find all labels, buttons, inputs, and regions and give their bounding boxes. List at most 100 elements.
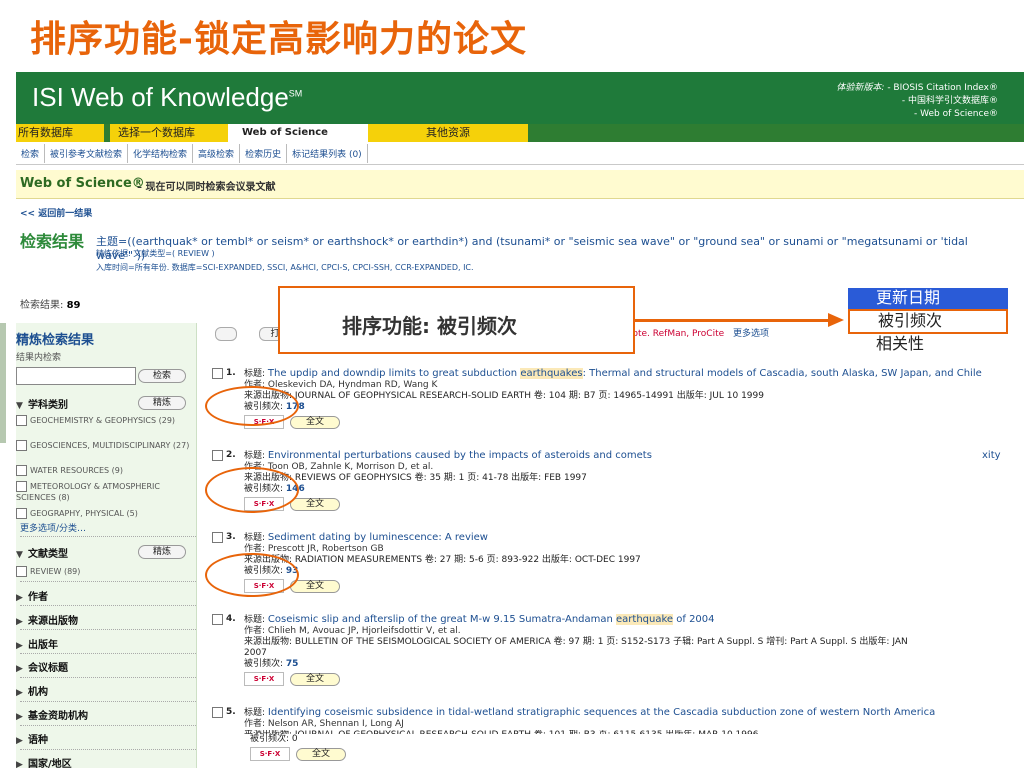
app-header: ISI Web of KnowledgeSM 体验新版本: - BIOSIS C… (16, 72, 1024, 124)
toolbar-structure-search[interactable]: 化学结构检索 (128, 144, 194, 163)
section-conference[interactable]: ▶ 会议标题 (16, 659, 68, 674)
checkbox[interactable] (16, 415, 27, 426)
full-text-button[interactable]: 全文 (290, 673, 340, 686)
section-language[interactable]: ▶ 语种 (16, 731, 48, 746)
sfx-button[interactable]: S·F·X (244, 672, 284, 686)
edition-link-biosis[interactable]: - BIOSIS Citation Index® (887, 83, 998, 93)
refine-subject-button[interactable]: 精炼 (138, 396, 186, 410)
wos-banner-subtitle: – 现在可以同时检索会议录文献 (137, 182, 276, 193)
subject-item[interactable]: GEOGRAPHY, PHYSICAL (5) (16, 508, 194, 519)
full-text-button[interactable]: 全文 (296, 748, 346, 761)
checkbox[interactable] (16, 508, 27, 519)
times-cited-link[interactable]: 75 (286, 659, 299, 669)
record-checkbox[interactable] (212, 707, 223, 718)
full-text-button[interactable]: 全文 (290, 498, 340, 511)
search-within-button[interactable]: 检索 (138, 369, 186, 383)
record-times-cited: 被引频次: 75 (244, 659, 299, 669)
checkbox[interactable] (16, 481, 27, 492)
toolbar-advanced-search[interactable]: 高级检索 (193, 144, 241, 163)
record-title-link[interactable]: Coseismic slip and afterslip of the grea… (268, 614, 715, 625)
subject-item[interactable]: METEOROLOGY & ATMOSPHERIC SCIENCES (8) (16, 481, 194, 503)
record-authors: 作者: Chlieh M, Avouac JP, Hjorleifsdottir… (244, 626, 461, 636)
doctype-section[interactable]: ▼ 文献类型 (16, 545, 68, 560)
subject-item[interactable]: WATER RESOURCES (9) (16, 465, 194, 476)
highlight-ring (205, 553, 299, 597)
refine-title: 精炼检索结果 (16, 333, 95, 348)
record-title-link[interactable]: Sediment dating by luminescence: A revie… (268, 532, 488, 543)
section-year[interactable]: ▶ 出版年 (16, 636, 58, 651)
callout-arrow-head (828, 313, 844, 327)
toolbar-search[interactable]: 检索 (16, 144, 46, 163)
record-times-cited: 被引频次: 93 (244, 566, 299, 576)
record-source-cont: 2007 (244, 648, 267, 658)
highlight-ring (205, 386, 299, 426)
edition-link-cscd[interactable]: - 中国科学引文数据库® (836, 95, 998, 108)
edition-label: 体验新版本: (836, 83, 885, 93)
record-times-cited: 被引频次: 146 (244, 484, 305, 494)
record-checkbox[interactable] (212, 450, 223, 461)
checkbox[interactable] (16, 566, 27, 577)
tab-all-databases[interactable]: 所有数据库 (16, 124, 104, 142)
doctype-item[interactable]: REVIEW (89) (16, 566, 194, 577)
tab-web-of-science[interactable]: Web of Science (228, 124, 372, 142)
triangle-right-icon: ▶ (16, 688, 23, 698)
full-text-button[interactable]: 全文 (290, 416, 340, 429)
record-times-cited: 被引频次: 0 (250, 734, 298, 744)
results-heading: 检索结果 (20, 232, 85, 251)
triangle-right-icon: ▶ (16, 617, 23, 627)
section-funding[interactable]: ▶ 基金资助机构 (16, 707, 88, 722)
section-authors[interactable]: ▶ 作者 (16, 588, 48, 603)
checkbox[interactable] (16, 440, 27, 451)
record-authors: 作者: Prescott JR, Robertson GB (244, 544, 384, 554)
subject-item[interactable]: GEOSCIENCES, MULTIDISCIPLINARY (27) (16, 440, 194, 451)
query-text: 主题=((earthquak* or tembl* or seism* or e… (96, 235, 968, 262)
record-authors: 作者: Nelson AR, Shennan I, Long AJ (244, 719, 404, 729)
record-checkbox[interactable] (212, 532, 223, 543)
timespan: 入库时间=所有年份. 数据库=SCI-EXPANDED, SSCI, A&HCI… (96, 263, 474, 272)
full-text-button[interactable]: 全文 (290, 580, 340, 593)
checkbox[interactable] (16, 465, 27, 476)
toolbar-search-history[interactable]: 检索历史 (240, 144, 288, 163)
sfx-button[interactable]: S·F·X (250, 747, 290, 761)
truncated-text: xity (982, 450, 1001, 461)
refman-link[interactable]: RefMan, ProCite (653, 329, 724, 339)
sort-callout-text: 排序功能: 被引频次 (342, 314, 517, 338)
tab-select-database[interactable]: 选择一个数据库 (110, 124, 230, 142)
record-title-link[interactable]: Identifying coseismic subsidence in tida… (268, 707, 935, 718)
refine-doctype-button[interactable]: 精炼 (138, 545, 186, 559)
wos-banner: Web of Science® – 现在可以同时检索会议录文献 (16, 170, 1024, 199)
triangle-down-icon: ▼ (16, 401, 23, 411)
edition-link-wos[interactable]: - Web of Science® (836, 108, 998, 121)
edition-links: 体验新版本: - BIOSIS Citation Index® - 中国科学引文… (836, 82, 998, 121)
record-title-link[interactable]: The updip and downdip limits to great su… (268, 368, 982, 379)
checkbox-toggle-button[interactable] (215, 327, 237, 341)
sort-option-date[interactable]: 更新日期 (848, 288, 1008, 309)
search-within-input[interactable] (16, 367, 136, 385)
tab-other-resources[interactable]: 其他资源 (368, 124, 528, 142)
triangle-right-icon: ▶ (16, 664, 23, 674)
section-institution[interactable]: ▶ 机构 (16, 683, 48, 698)
slide-title: 排序功能-锁定高影响力的论文 (30, 19, 527, 60)
isi-logo[interactable]: ISI Web of KnowledgeSM (32, 82, 302, 113)
wos-banner-title: Web of Science® (20, 176, 145, 191)
toolbar-marked-list[interactable]: 标记结果列表 (0) (287, 144, 368, 163)
section-source[interactable]: ▶ 来源出版物 (16, 612, 78, 627)
callout-arrow (634, 319, 830, 322)
back-link[interactable]: << 返回前一结果 (20, 206, 92, 219)
record-checkbox[interactable] (212, 614, 223, 625)
record-title-link[interactable]: Environmental perturbations caused by th… (268, 450, 652, 461)
triangle-right-icon: ▶ (16, 760, 23, 770)
left-edge-strip (0, 323, 6, 443)
subject-item[interactable]: GEOCHEMISTRY & GEOPHYSICS (29) (16, 415, 194, 426)
sort-option-relevance[interactable]: 相关性 (848, 334, 1008, 355)
sort-dropdown[interactable]: 更新日期 被引频次 相关性 (848, 288, 1008, 355)
record-checkbox[interactable] (212, 368, 223, 379)
refine-sidebar: 精炼检索结果 结果内检索 检索 ▼ 学科类别 精炼 GEOCHEMISTRY & … (16, 323, 197, 770)
more-options-link[interactable]: 更多选项 (733, 329, 769, 339)
sort-callout-box: 排序功能: 被引频次 (278, 286, 635, 354)
more-subjects-link[interactable]: 更多选项/分类… (20, 521, 86, 534)
toolbar-cited-ref-search[interactable]: 被引参考文献检索 (45, 144, 129, 163)
subject-section[interactable]: ▼ 学科类别 (16, 396, 68, 411)
sort-option-times-cited[interactable]: 被引频次 (848, 309, 1008, 334)
hit-count: 检索结果: 89 (20, 300, 81, 311)
